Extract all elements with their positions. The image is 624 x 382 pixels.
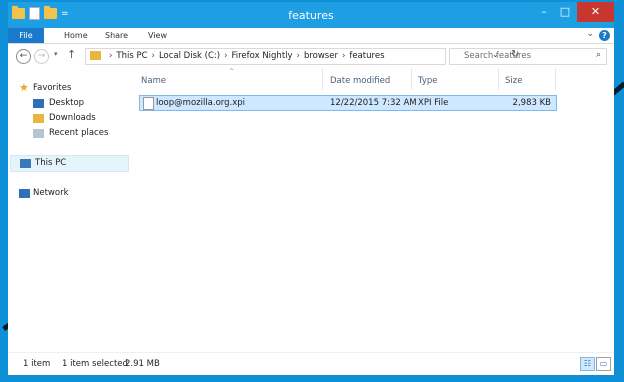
item-count: 1 item (23, 359, 51, 369)
file-type: XPI File (418, 98, 449, 108)
search-icon[interactable]: ⌕ (596, 50, 601, 60)
breadcrumb-separator[interactable]: › (342, 51, 345, 61)
column-header-size[interactable]: Size (505, 76, 522, 86)
recent-places-icon (33, 129, 44, 138)
expand-ribbon-icon[interactable]: ⌄ (586, 29, 594, 39)
up-button[interactable]: ↑ (67, 48, 76, 61)
back-button[interactable]: ← (16, 49, 31, 64)
desktop-icon (33, 99, 44, 108)
downloads-icon (33, 114, 44, 123)
file-name: loop@mozilla.org.xpi (156, 98, 246, 108)
help-icon[interactable]: ? (599, 30, 610, 41)
nav-desktop-label: Desktop (49, 98, 85, 108)
column-header-date-modified[interactable]: Date modified (330, 76, 390, 86)
tab-file[interactable]: File (8, 28, 44, 43)
forward-button[interactable]: → (34, 49, 49, 64)
selection-size: 2.91 MB (125, 359, 160, 369)
file-size: 2,983 KB (512, 98, 551, 108)
tab-share[interactable]: Share (105, 28, 128, 43)
folder-icon (90, 51, 101, 60)
column-divider[interactable] (411, 68, 412, 90)
nav-network-label: Network (33, 188, 69, 198)
star-icon: ★ (19, 81, 29, 94)
content-area: ★ Favorites Desktop Downloads Recent pla… (8, 68, 614, 352)
selection-status: 1 item selected (62, 359, 128, 369)
column-divider[interactable] (322, 68, 323, 90)
nav-downloads-label: Downloads (49, 113, 96, 123)
title-bar[interactable]: = features – □ ✕ (8, 2, 614, 28)
column-divider[interactable] (498, 68, 499, 90)
column-header-type[interactable]: Type (418, 76, 438, 86)
breadcrumb-firefox-nightly[interactable]: Firefox Nightly (231, 51, 292, 61)
maximize-button[interactable]: □ (556, 2, 574, 22)
breadcrumb-this-pc[interactable]: This PC (116, 51, 147, 61)
column-headers: ^ Name Date modified Type Size (132, 68, 612, 90)
breadcrumb-browser[interactable]: browser (304, 51, 338, 61)
navigation-pane: ★ Favorites Desktop Downloads Recent pla… (8, 68, 129, 352)
ribbon-tabs: File Home Share View ⌄ ? (8, 28, 614, 44)
large-icons-view-button[interactable]: ▭ (596, 357, 611, 371)
address-row: ← → ▾ ↑ › This PC › Local Disk (C:) › Firefox… (8, 44, 614, 68)
breadcrumb: › This PC › Local Disk (C:) › Firefox Nightly… (105, 49, 385, 64)
tab-home[interactable]: Home (64, 28, 88, 43)
close-button[interactable]: ✕ (577, 2, 614, 22)
explorer-window: = features – □ ✕ File Home Share View ⌄ … (8, 2, 614, 375)
column-divider[interactable] (555, 68, 556, 90)
network-icon (19, 189, 30, 198)
breadcrumb-local-disk[interactable]: Local Disk (C:) (159, 51, 220, 61)
nav-this-pc[interactable]: This PC (10, 155, 129, 172)
sort-ascending-icon: ^ (229, 68, 235, 75)
nav-this-pc-label: This PC (35, 158, 67, 168)
file-date-modified: 12/22/2015 7:32 AM (330, 98, 417, 108)
column-header-name[interactable]: Name (141, 76, 166, 86)
minimize-button[interactable]: – (535, 2, 553, 22)
file-icon (143, 97, 154, 110)
breadcrumb-separator[interactable]: › (297, 51, 300, 61)
file-row[interactable]: loop@mozilla.org.xpi 12/22/2015 7:32 AM … (139, 95, 557, 111)
recent-locations-icon[interactable]: ▾ (54, 50, 58, 58)
computer-icon (20, 159, 31, 168)
breadcrumb-separator[interactable]: › (152, 51, 155, 61)
nav-recent-places-label: Recent places (49, 128, 109, 138)
details-view-button[interactable]: ☷ (580, 357, 595, 371)
breadcrumb-separator[interactable]: › (109, 51, 112, 61)
status-bar: 1 item 1 item selected 2.91 MB ☷ ▭ (8, 352, 614, 375)
breadcrumb-features[interactable]: features (349, 51, 384, 61)
nav-favorites-label: Favorites (33, 83, 72, 93)
tab-view[interactable]: View (148, 28, 167, 43)
window-title: features (288, 9, 334, 22)
search-input[interactable]: Search features ⌕ (449, 48, 607, 65)
address-bar[interactable]: › This PC › Local Disk (C:) › Firefox Nightly… (85, 48, 519, 65)
search-placeholder: Search features (464, 51, 532, 61)
breadcrumb-separator[interactable]: › (224, 51, 227, 61)
